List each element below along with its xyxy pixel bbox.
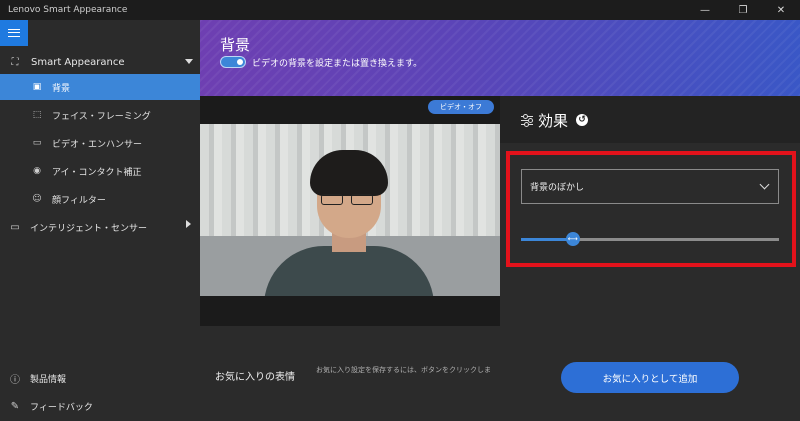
background-toggle[interactable] [220, 56, 246, 68]
chevron-down-icon [185, 59, 193, 64]
person-hair [310, 150, 388, 196]
chevron-down-icon [759, 179, 770, 190]
smart-appearance-icon: ⛶ [11, 56, 19, 68]
sidebar: ⛶ Smart Appearance ▣ 背景 ⬚ フェイス・フレーミング ▭ … [0, 20, 200, 421]
favorites-title: お気に入りの表情 [215, 372, 295, 383]
sidebar-item-label: フィードバック [30, 402, 93, 413]
video-footer [200, 296, 500, 326]
chevron-right-icon [186, 220, 191, 228]
sliders-icon [521, 114, 533, 127]
sidebar-item-label: アイ・コンタクト補正 [52, 167, 142, 178]
slider-fill [521, 238, 573, 241]
monitor-icon: ▭ [32, 138, 42, 148]
sidebar-item-video-enhancer[interactable]: ▭ ビデオ・エンハンサー [0, 130, 200, 156]
title-bar: Lenovo Smart Appearance — ❐ ✕ [0, 0, 800, 20]
sidebar-item-face-framing[interactable]: ⬚ フェイス・フレーミング [0, 102, 200, 128]
effects-header: 効果 ↺ [500, 96, 800, 143]
effect-select[interactable]: 背景のぼかし [521, 169, 779, 204]
image-icon: ▣ [32, 82, 42, 92]
page-description: ビデオの背景を設定または置き換えます。 [252, 59, 423, 69]
sidebar-group-label: Smart Appearance [31, 56, 125, 68]
sidebar-item-label: 製品情報 [30, 374, 67, 385]
add-favorite-button[interactable]: お気に入りとして追加 [561, 362, 739, 393]
sidebar-item-product-info[interactable]: ⓘ 製品情報 [0, 365, 200, 391]
sidebar-group-smart-appearance[interactable]: ⛶ Smart Appearance [0, 52, 200, 72]
frame-icon: ⬚ [32, 110, 42, 120]
effect-select-value: 背景のぼかし [530, 183, 585, 193]
sidebar-group-intelligent-sensor[interactable]: ▭ インテリジェント・センサー [0, 214, 200, 240]
effects-panel: 効果 ↺ 背景のぼかし ⟷ お気に入りとして追加 [500, 96, 800, 421]
video-toolbar: ビデオ・オフ [200, 96, 500, 124]
sidebar-group-label: インテリジェント・センサー [30, 223, 148, 234]
close-button[interactable]: ✕ [762, 0, 800, 20]
eye-icon: ◉ [33, 166, 41, 176]
restore-button[interactable]: ❐ [724, 0, 762, 20]
video-off-button[interactable]: ビデオ・オフ [428, 100, 494, 114]
blur-slider[interactable]: ⟷ [521, 232, 779, 246]
slider-thumb[interactable]: ⟷ [565, 232, 580, 246]
page-header: 背景 ビデオの背景を設定または置き換えます。 [200, 20, 800, 96]
minimize-button[interactable]: — [686, 0, 724, 20]
sidebar-item-label: フェイス・フレーミング [52, 111, 151, 122]
favorites-description: お気に入り設定を保存するには、ボタンをクリックしま [316, 366, 491, 374]
reset-icon[interactable]: ↺ [576, 114, 588, 126]
info-icon: ⓘ [10, 374, 20, 386]
favorites-section: お気に入りの表情 お気に入り設定を保存するには、ボタンをクリックしま [200, 326, 500, 421]
window-title: Lenovo Smart Appearance [8, 5, 128, 15]
effects-title: 効果 [538, 112, 569, 130]
glasses [321, 194, 377, 206]
sidebar-item-feedback[interactable]: ✎ フィードバック [0, 393, 200, 419]
camera-preview [200, 124, 500, 296]
menu-button[interactable] [0, 20, 28, 46]
sidebar-item-label: ビデオ・エンハンサー [52, 139, 143, 150]
face-filter-icon: ☺ [32, 194, 42, 204]
sidebar-item-eye-contact[interactable]: ◉ アイ・コンタクト補正 [0, 158, 200, 184]
feedback-icon: ✎ [10, 400, 20, 412]
page-title: 背景 [220, 36, 251, 54]
laptop-icon: ▭ [10, 221, 20, 233]
sidebar-item-label: 顔フィルター [52, 195, 106, 206]
sidebar-item-label: 背景 [52, 83, 71, 94]
sidebar-item-background[interactable]: ▣ 背景 [0, 74, 200, 100]
hamburger-icon [8, 29, 20, 37]
sidebar-item-face-filter[interactable]: ☺ 顔フィルター [0, 186, 200, 212]
